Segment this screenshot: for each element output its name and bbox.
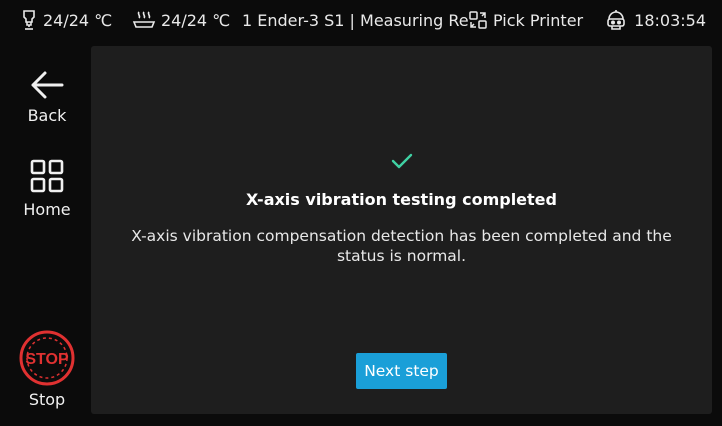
arrow-left-icon [29,70,65,100]
status-bar: 24/24 ℃ 24/24 ℃ 1 Ender-3 S1 | Measuring… [0,0,722,40]
stop-button[interactable]: STOP Stop [0,330,94,409]
screen: 24/24 ℃ 24/24 ℃ 1 Ender-3 S1 | Measuring… [0,0,722,426]
back-label: Back [27,106,67,125]
heated-bed-icon [132,10,156,30]
dialog-message: X-axis vibration compensation detection … [131,227,672,265]
bed-temp-value: 24/24 ℃ [161,10,231,30]
pick-printer-label: Pick Printer [493,10,584,30]
job-status-text: 1 Ender-3 S1 | Measuring Re [242,10,468,30]
stop-icon: STOP [19,330,75,386]
assistant-button[interactable] [596,9,636,31]
stop-label: Stop [28,390,66,409]
clock: 18:03:54 [634,10,706,30]
result-panel: X-axis vibration testing completed X-axi… [91,46,712,414]
success-check [91,152,712,170]
next-step-button[interactable]: Next step [356,353,447,389]
grid-icon [29,158,65,194]
clock-time: 18:03:54 [634,10,706,30]
switch-printer-icon [468,10,488,30]
home-button[interactable]: Home [0,158,94,219]
svg-text:STOP: STOP [25,351,69,368]
check-icon [391,152,413,170]
robot-icon [604,9,628,31]
bed-temperature: 24/24 ℃ [132,10,242,30]
nozzle-temperature: 24/24 ℃ [20,10,132,30]
dialog-title: X-axis vibration testing completed [246,190,557,209]
pick-printer-button[interactable]: Pick Printer [468,10,596,30]
job-status: 1 Ender-3 S1 | Measuring Re [242,11,468,30]
back-button[interactable]: Back [0,70,94,125]
home-label: Home [23,200,71,219]
nozzle-icon [20,10,38,30]
nozzle-temp-value: 24/24 ℃ [43,10,113,30]
